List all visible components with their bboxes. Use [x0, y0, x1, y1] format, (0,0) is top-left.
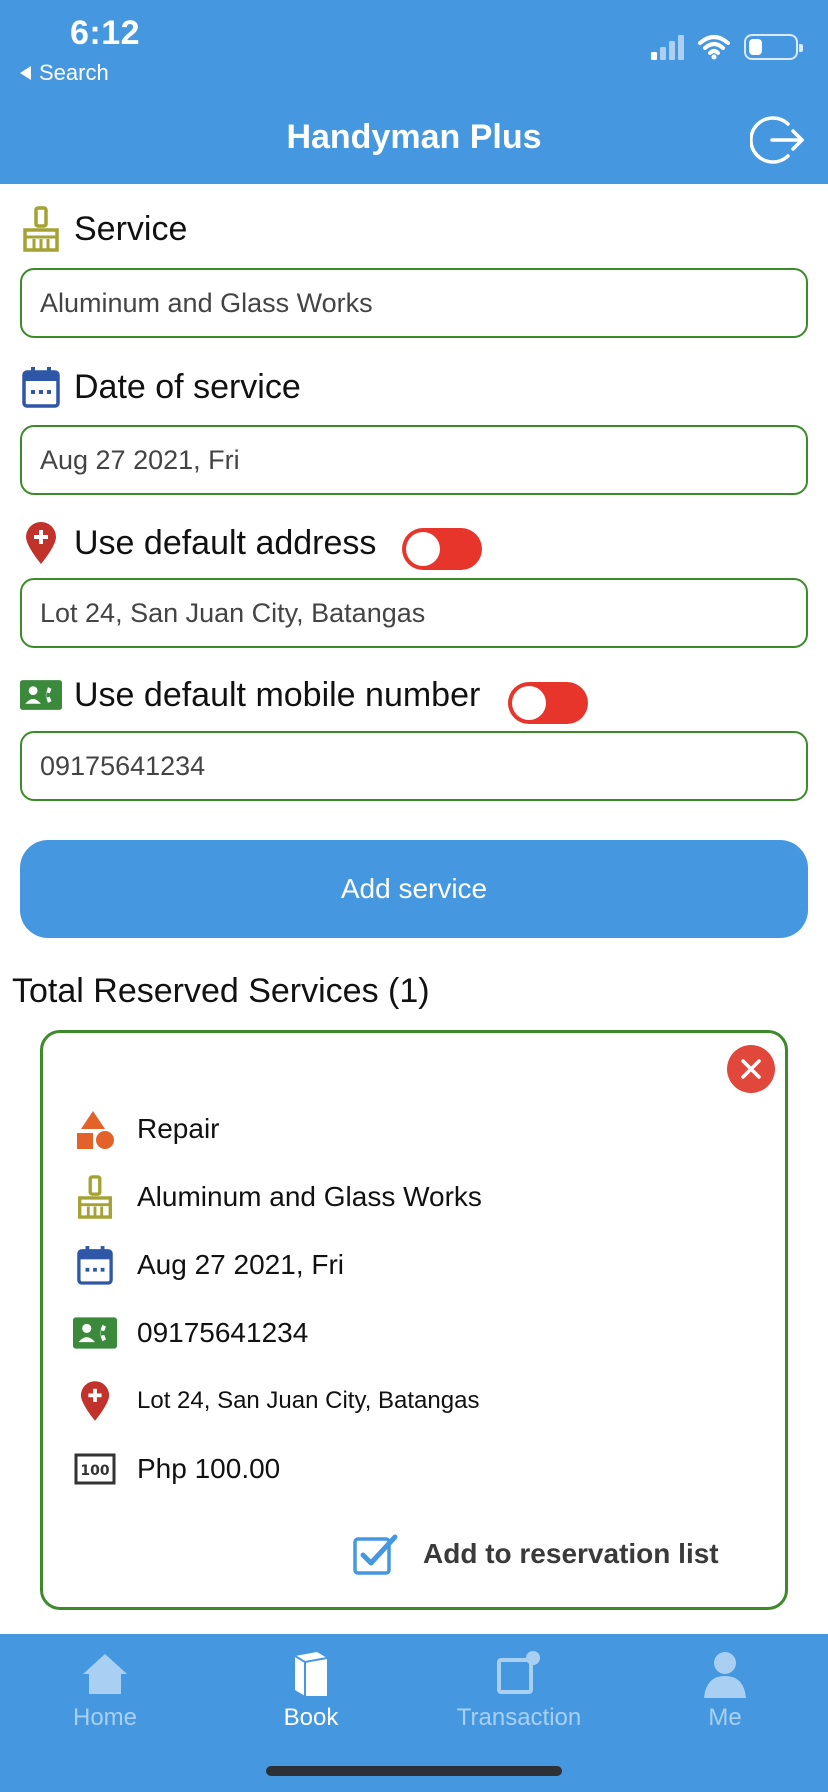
default-mobile-toggle[interactable] — [508, 682, 588, 724]
book-icon — [285, 1648, 337, 1700]
tab-transaction-label: Transaction — [456, 1704, 582, 1731]
transaction-icon — [493, 1648, 545, 1700]
card-category: Repair — [137, 1113, 220, 1144]
tab-home-label: Home — [72, 1704, 138, 1731]
mobile-label-row: Use default mobile number — [20, 672, 480, 718]
house-icon — [79, 1648, 131, 1700]
back-arrow-icon — [20, 66, 31, 80]
remove-reservation-button[interactable] — [727, 1045, 775, 1093]
status-time: 6:12 — [70, 14, 141, 52]
add-to-reservation-label: Add to reservation list — [423, 1538, 719, 1569]
location-pin-icon — [20, 520, 62, 566]
back-to-search[interactable]: Search — [20, 60, 109, 86]
date-label: Date of service — [74, 367, 301, 406]
tab-book-label: Book — [283, 1704, 339, 1731]
card-date: Aug 27 2021, Fri — [137, 1249, 345, 1280]
mobile-field[interactable]: 09175641234 — [20, 731, 808, 801]
tab-me-label: Me — [708, 1704, 742, 1731]
card-mobile: 09175641234 — [137, 1317, 309, 1348]
tab-me[interactable]: Me — [655, 1648, 795, 1732]
tab-home[interactable]: Home — [35, 1648, 175, 1732]
logout-icon[interactable] — [750, 112, 806, 168]
checkbox-checked-icon — [353, 1534, 398, 1575]
calendar-icon — [20, 364, 62, 410]
location-pin-icon — [73, 1379, 117, 1423]
shapes-icon — [73, 1107, 117, 1151]
back-label: Search — [39, 60, 109, 85]
card-service: Aluminum and Glass Works — [137, 1181, 482, 1212]
page-title: Handyman Plus — [286, 118, 542, 156]
tab-transaction[interactable]: Transaction — [449, 1648, 589, 1732]
signal-icon — [651, 34, 684, 60]
card-service-row: Aluminum and Glass Works — [73, 1175, 482, 1219]
broom-icon — [73, 1175, 117, 1219]
contact-phone-icon — [73, 1311, 117, 1355]
svg-text:100: 100 — [80, 1463, 109, 1479]
address-field[interactable]: Lot 24, San Juan City, Batangas — [20, 578, 808, 648]
card-address-row: Lot 24, San Juan City, Batangas — [73, 1379, 479, 1423]
add-to-reservation-checkbox[interactable]: Add to reservation list — [353, 1533, 719, 1575]
money-icon: 100 — [73, 1447, 117, 1491]
card-address: Lot 24, San Juan City, Batangas — [137, 1387, 480, 1414]
home-indicator — [266, 1766, 562, 1776]
app-header: 6:12 Search Handyman Plus — [0, 0, 828, 184]
mobile-label: Use default mobile number — [74, 675, 481, 714]
reserved-service-card: Repair Aluminum and Glass Works Aug 27 2… — [40, 1030, 788, 1610]
service-label: Service — [74, 209, 188, 248]
default-address-toggle[interactable] — [402, 528, 482, 570]
service-label-row: Service — [20, 206, 187, 252]
address-label-row: Use default address — [20, 520, 376, 566]
add-service-button[interactable]: Add service — [20, 840, 808, 938]
date-label-row: Date of service — [20, 364, 301, 410]
date-field[interactable]: Aug 27 2021, Fri — [20, 425, 808, 495]
reserved-services-title: Total Reserved Services (1) — [12, 972, 430, 1010]
tab-book[interactable]: Book — [241, 1648, 381, 1732]
card-price-row: 100 Php 100.00 — [73, 1447, 280, 1491]
broom-icon — [20, 206, 62, 252]
card-mobile-row: 09175641234 — [73, 1311, 308, 1355]
close-icon — [741, 1059, 761, 1079]
address-label: Use default address — [74, 523, 377, 562]
status-icons — [651, 34, 803, 60]
calendar-icon — [73, 1243, 117, 1287]
wifi-icon — [698, 35, 730, 60]
card-price: Php 100.00 — [137, 1453, 281, 1484]
contact-phone-icon — [20, 672, 62, 718]
battery-icon — [744, 34, 803, 60]
card-date-row: Aug 27 2021, Fri — [73, 1243, 344, 1287]
card-category-row: Repair — [73, 1107, 219, 1151]
service-field[interactable]: Aluminum and Glass Works — [20, 268, 808, 338]
person-icon — [699, 1648, 751, 1700]
